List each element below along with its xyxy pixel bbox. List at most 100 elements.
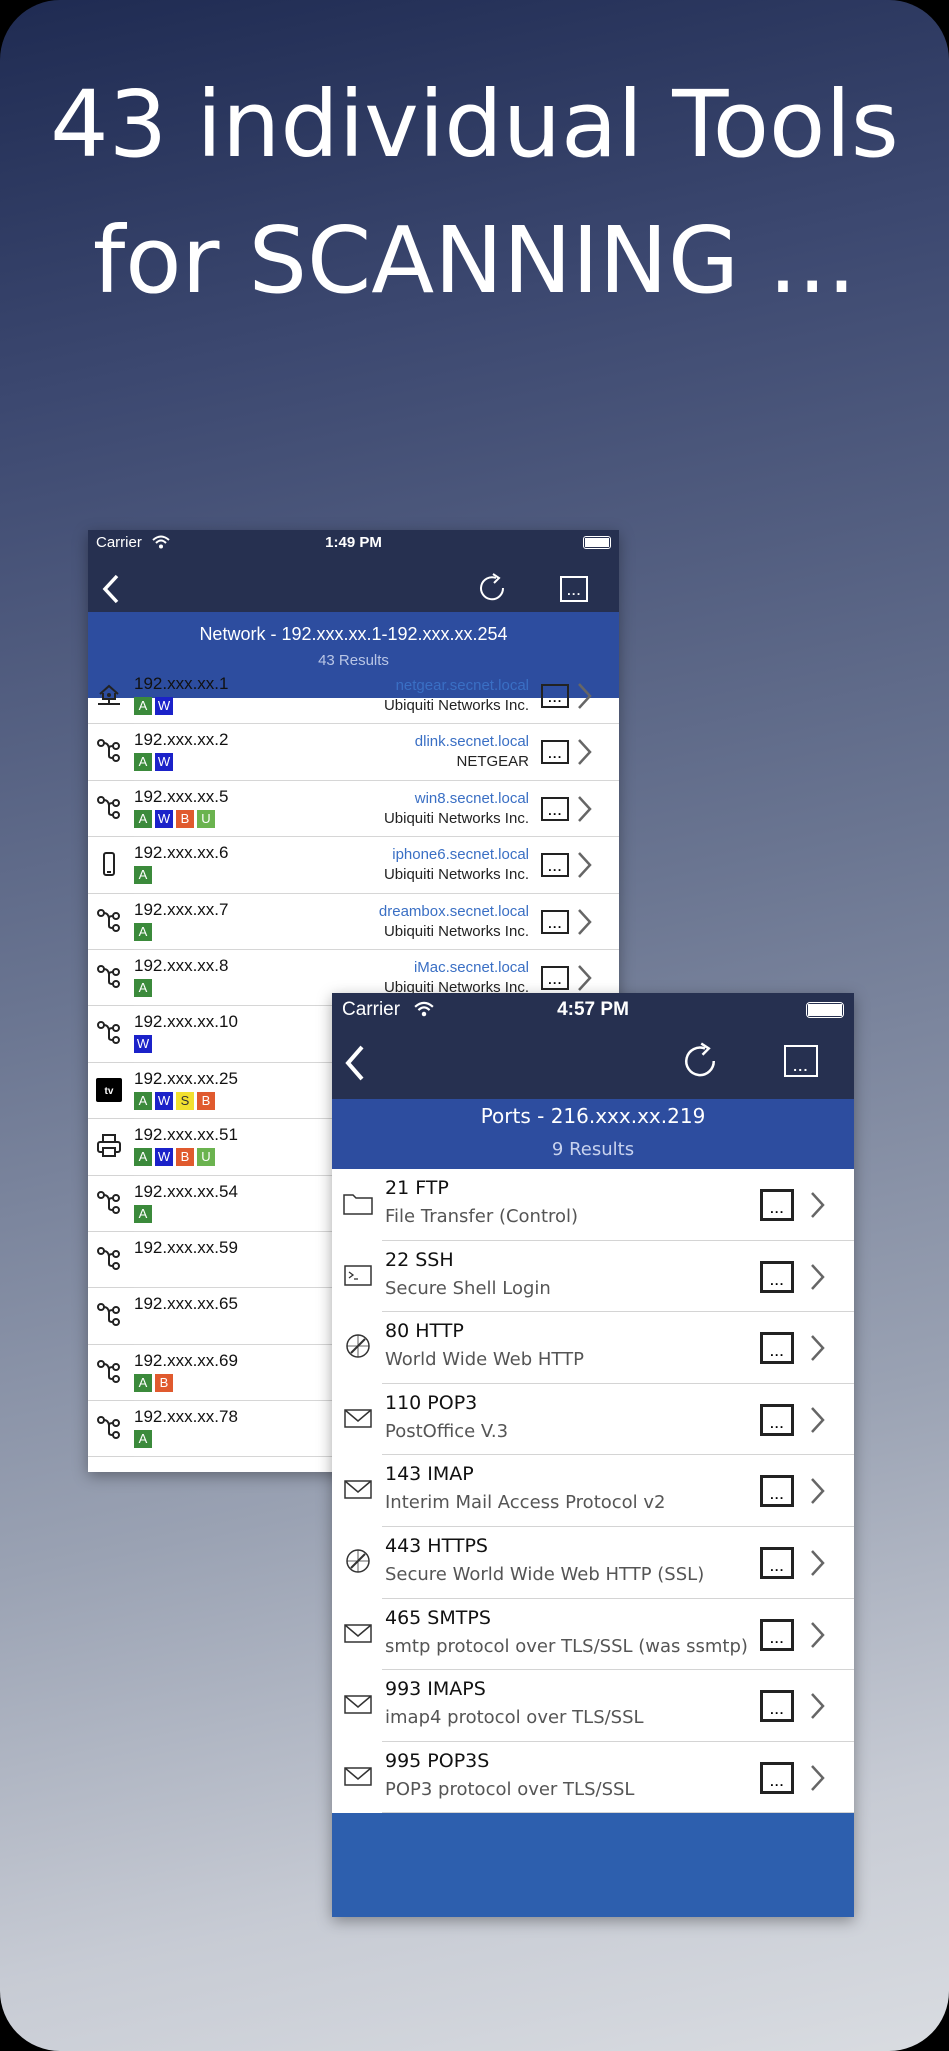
service-badge: W	[134, 1035, 152, 1054]
port-row[interactable]: 22 SSH Secure Shell Login...	[332, 1241, 854, 1313]
more-options-icon[interactable]: ...	[760, 1332, 794, 1365]
host-row[interactable]: 192.xxx.xx.5 A W B Uwin8.secnet.local Ubiquit…	[88, 781, 619, 838]
service-badge: A	[134, 1204, 152, 1223]
more-options-icon[interactable]: ...	[541, 853, 569, 878]
network-node-icon	[96, 795, 122, 821]
host-ip: 192.xxx.xx.5	[134, 786, 229, 806]
back-chevron-icon[interactable]	[344, 1045, 366, 1081]
printer-icon	[96, 1133, 122, 1159]
more-options-icon[interactable]: ...	[541, 684, 569, 708]
host-row[interactable]: 192.xxx.xx.2 A Wdlink.secnet.local NETGEAR.…	[88, 724, 619, 781]
more-options-icon[interactable]: ...	[760, 1475, 794, 1508]
port-name: 110 POP3	[385, 1391, 478, 1414]
service-badges: A	[134, 1430, 152, 1449]
more-options-icon[interactable]: ...	[541, 909, 569, 934]
host-name: dlink.secnet.local	[414, 733, 529, 751]
host-ip: 192.xxx.xx.7	[134, 899, 229, 919]
more-options-icon[interactable]: ...	[760, 1403, 794, 1436]
service-badges: A	[134, 866, 152, 885]
port-row[interactable]: 21 FTP File Transfer (Control)...	[332, 1169, 854, 1241]
port-name: 995 POP3S	[385, 1749, 490, 1772]
status-bar: Carrier 1:49 PM	[88, 530, 619, 556]
service-badge: A	[134, 809, 152, 828]
more-options-icon[interactable]: ...	[784, 1045, 818, 1077]
port-name: 993 IMAPS	[385, 1678, 486, 1701]
port-name: 465 SMTPS	[385, 1606, 491, 1629]
refresh-icon[interactable]	[680, 1041, 720, 1081]
network-node-icon	[96, 964, 122, 990]
refresh-icon[interactable]	[476, 572, 508, 604]
service-badge: A	[134, 1430, 152, 1449]
service-badge: W	[155, 1091, 173, 1110]
ports-scan-screen: Carrier 4:57 PM ... Ports - 216.xxx.xx.2…	[332, 993, 854, 1917]
headline-line-2: for SCANNING ...	[92, 207, 857, 314]
service-badge: A	[134, 978, 152, 997]
more-options-icon[interactable]: ...	[560, 576, 588, 602]
service-badge: A	[134, 1148, 152, 1167]
svg-text:tv: tv	[105, 1086, 114, 1097]
host-ip: 192.xxx.xx.51	[134, 1125, 238, 1145]
more-options-icon[interactable]: ...	[760, 1761, 794, 1794]
service-badge: B	[197, 1091, 215, 1110]
more-options-icon[interactable]: ...	[760, 1260, 794, 1293]
more-options-icon[interactable]: ...	[541, 796, 569, 821]
port-row[interactable]: 143 IMAP Interim Mail Access Protocol v2.…	[332, 1455, 854, 1527]
service-badges: AW	[134, 697, 173, 715]
host-name: win8.secnet.local	[414, 789, 529, 807]
host-ip: 192.xxx.xx.69	[134, 1350, 238, 1370]
host-ip: 192.xxx.xx.54	[134, 1181, 238, 1201]
more-options-icon[interactable]: ...	[760, 1690, 794, 1723]
host-ip: 192.xxx.xx.2	[134, 730, 229, 750]
network-node-icon	[96, 1246, 122, 1272]
port-row[interactable]: 80 HTTP World Wide Web HTTP...	[332, 1312, 854, 1384]
host-vendor: NETGEAR	[456, 753, 529, 771]
service-badge: A	[134, 866, 152, 885]
port-description: imap4 protocol over TLS/SSL	[385, 1707, 644, 1729]
more-options-icon[interactable]: ...	[541, 740, 569, 765]
port-row[interactable]: 443 HTTPS Secure World Wide Web HTTP (SSL…	[332, 1527, 854, 1599]
chevron-right-icon	[575, 681, 593, 711]
mail-icon	[342, 1690, 374, 1718]
nav-bar: ...	[332, 1027, 854, 1099]
terminal-icon	[342, 1261, 374, 1289]
service-badges: W	[134, 1035, 152, 1054]
host-row[interactable]: 192.xxx.xx.7 Adreambox.secnet.local Ubiqui…	[88, 894, 619, 950]
port-description: File Transfer (Control)	[385, 1206, 579, 1227]
chevron-right-icon	[808, 1619, 826, 1651]
chevron-right-icon	[575, 794, 593, 824]
network-node-icon	[96, 908, 122, 934]
more-options-icon[interactable]: ...	[760, 1618, 794, 1651]
chevron-right-icon	[575, 907, 593, 937]
host-row[interactable]: 192.xxx.xx.6 Aiphone6.secnet.local Ubiquit…	[88, 837, 619, 894]
more-options-icon[interactable]: ...	[760, 1189, 794, 1221]
host-name: netgear.secnet.local	[395, 677, 529, 694]
more-options-icon[interactable]: ...	[760, 1546, 794, 1579]
port-description: Interim Mail Access Protocol v2	[385, 1492, 666, 1514]
port-row[interactable]: 110 POP3 PostOffice V.3...	[332, 1384, 854, 1456]
service-badge: W	[155, 753, 173, 772]
back-chevron-icon[interactable]	[102, 574, 120, 604]
phone-icon	[96, 851, 122, 877]
service-badge: U	[197, 1148, 215, 1167]
chevron-right-icon	[808, 1404, 826, 1436]
host-vendor: Ubiquiti Networks Inc.	[383, 866, 529, 884]
banner-results-count: 9 Results	[551, 1139, 635, 1160]
service-badge: A	[134, 753, 152, 772]
port-row[interactable]: 465 SMTPS smtp protocol over TLS/SSL (was…	[332, 1599, 854, 1671]
network-node-icon	[96, 1020, 122, 1046]
service-badge: W	[155, 1148, 173, 1167]
host-vendor: Ubiquiti Networks Inc.	[383, 922, 529, 940]
port-name: 80 HTTP	[385, 1320, 464, 1343]
service-badge: A	[134, 697, 152, 715]
more-options-icon[interactable]: ...	[541, 965, 569, 990]
service-badge: U	[197, 809, 215, 828]
service-badges: A	[134, 922, 152, 941]
port-row[interactable]: 993 IMAPS imap4 protocol over TLS/SSL...	[332, 1670, 854, 1742]
host-row[interactable]: 192.xxx.xx.1 A Wnetgear.secnet.local Ubiqui…	[88, 668, 619, 725]
chevron-right-icon	[575, 850, 593, 880]
port-description: POP3 protocol over TLS/SSL	[385, 1778, 635, 1800]
service-badge: B	[176, 1148, 194, 1167]
mail-icon	[342, 1762, 374, 1790]
host-ip: 192.xxx.xx.25	[134, 1068, 238, 1088]
port-row[interactable]: 995 POP3S POP3 protocol over TLS/SSL...	[332, 1742, 854, 1814]
